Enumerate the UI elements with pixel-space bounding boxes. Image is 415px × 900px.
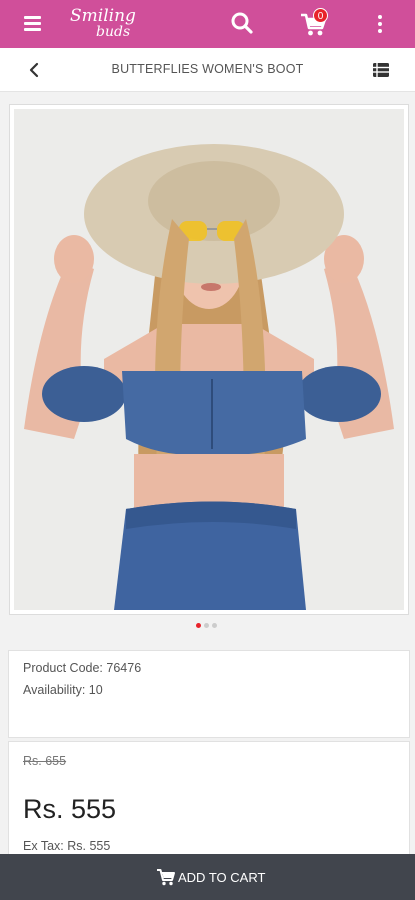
logo-line1: Smiling: [70, 6, 136, 26]
carousel-indicator: [196, 623, 226, 629]
back-icon[interactable]: [24, 60, 44, 80]
more-vertical-icon[interactable]: [372, 12, 388, 36]
add-to-cart-label: ADD TO CART: [178, 870, 266, 885]
logo[interactable]: Smiling buds: [68, 5, 148, 43]
page-title: BUTTERFLIES WOMEN'S BOOT: [111, 62, 304, 76]
carousel-dot-1[interactable]: [196, 623, 201, 628]
sub-header: BUTTERFLIES WOMEN'S BOOT: [0, 48, 415, 92]
ex-tax-price: Ex Tax: Rs. 555: [23, 839, 111, 853]
product-image[interactable]: [14, 109, 404, 610]
cart-icon: [156, 868, 176, 886]
product-code: Product Code: 76476: [23, 661, 142, 675]
menu-icon[interactable]: [22, 12, 48, 36]
carousel-dot-2[interactable]: [204, 623, 209, 628]
list-view-icon[interactable]: [371, 60, 391, 80]
logo-line2: buds: [96, 24, 131, 40]
product-image-frame[interactable]: [9, 104, 409, 615]
current-price: Rs. 555: [23, 794, 117, 824]
availability: Availability: 10: [23, 683, 103, 697]
add-to-cart-button[interactable]: ADD TO CART: [0, 854, 415, 900]
price-card: Rs. 655 Rs. 555 Ex Tax: Rs. 555: [8, 741, 410, 861]
search-icon[interactable]: [229, 10, 255, 36]
product-info-card: Product Code: 76476 Availability: 10: [8, 650, 410, 738]
cart-count-badge: 0: [313, 8, 328, 23]
top-app-bar: Smiling buds 0: [0, 0, 415, 48]
carousel-dot-3[interactable]: [212, 623, 217, 628]
old-price: Rs. 655: [23, 754, 67, 768]
